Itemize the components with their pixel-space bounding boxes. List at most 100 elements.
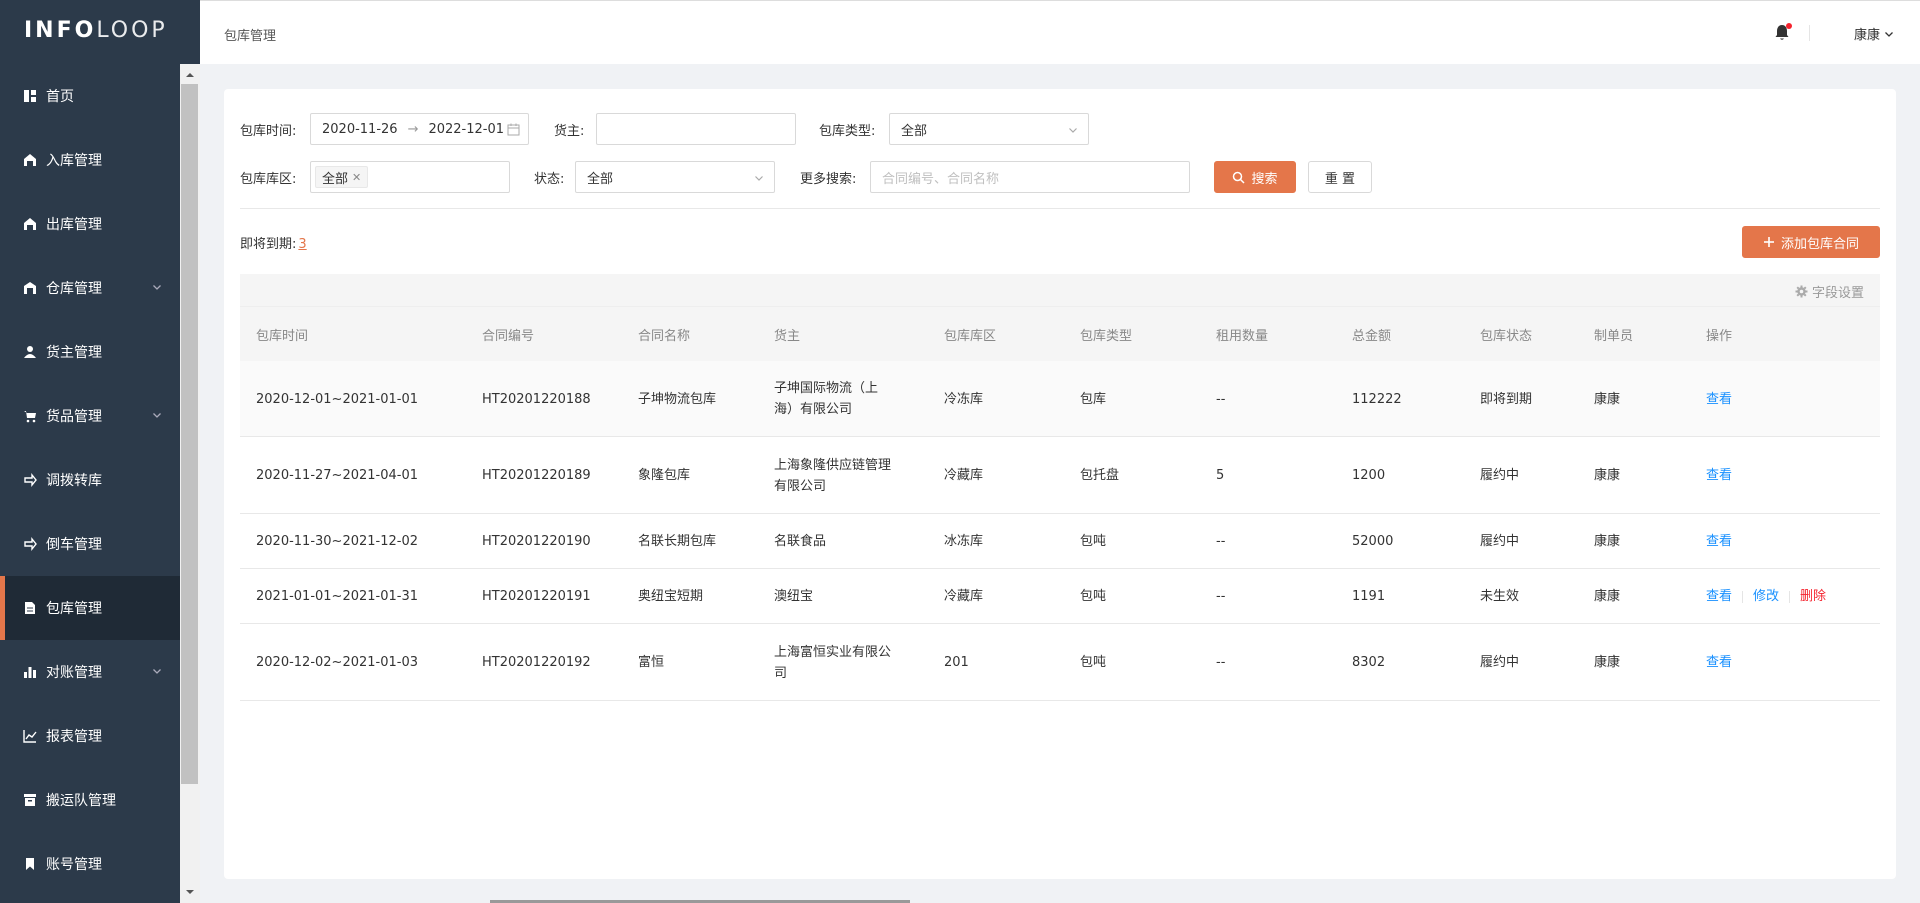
user-name: 康康 xyxy=(1854,28,1881,43)
range-arrow-icon: → xyxy=(407,121,419,137)
archive-icon xyxy=(22,792,38,808)
column-header: 包库状态 xyxy=(1480,329,1533,344)
sidebar-item-4[interactable]: 货主管理 xyxy=(0,320,180,384)
cell-time: 2021-01-01~2021-01-31 xyxy=(256,589,418,604)
sidebar-item-1[interactable]: 入库管理 xyxy=(0,128,180,192)
zone-tag: 全部 ✕ xyxy=(315,166,369,188)
chevron-down-icon xyxy=(755,176,763,181)
cell-code: HT20201220188 xyxy=(482,391,591,407)
sidebar-item-label: 搬运队管理 xyxy=(46,793,116,809)
owner-line: 海）有限公司 xyxy=(774,402,853,417)
cell-actions: 查看 xyxy=(1706,465,1732,486)
cell-status: 未生效 xyxy=(1480,589,1520,604)
column-header: 包库时间 xyxy=(256,329,309,344)
edit-link[interactable]: 修改 xyxy=(1753,589,1779,604)
view-link[interactable]: 查看 xyxy=(1706,392,1732,407)
tag-close-icon[interactable]: ✕ xyxy=(352,171,361,184)
sidebar-item-8[interactable]: 包库管理 xyxy=(0,576,180,640)
sidebar-item-label: 入库管理 xyxy=(46,153,102,169)
scroll-down-icon[interactable] xyxy=(185,887,195,897)
view-link[interactable]: 查看 xyxy=(1706,589,1732,604)
sidebar-item-7[interactable]: 倒车管理 xyxy=(0,512,180,576)
type-label: 包库类型: xyxy=(819,124,876,139)
top-header: 包库管理 康康 xyxy=(200,0,1920,64)
cell-status: 履约中 xyxy=(1480,655,1520,670)
cell-amount: 8302 xyxy=(1352,655,1386,670)
cell-owner: 上海富恒实业有限公司 xyxy=(774,642,899,684)
zone-tag-label: 全部 xyxy=(322,171,349,187)
search-button[interactable]: 搜索 xyxy=(1214,161,1296,193)
sidebar-item-label: 货品管理 xyxy=(46,409,102,425)
date-end[interactable]: 2022-12-01 xyxy=(428,122,504,137)
view-link[interactable]: 查看 xyxy=(1706,534,1732,549)
sidebar-item-10[interactable]: 报表管理 xyxy=(0,704,180,768)
cell-zone: 201 xyxy=(944,655,969,670)
more-search-input[interactable]: 合同编号、合同名称 xyxy=(870,161,1190,193)
notification-dot xyxy=(1786,23,1792,29)
cell-name: 富恒 xyxy=(638,655,665,670)
field-settings-button[interactable]: 字段设置 xyxy=(1795,282,1864,301)
table-row: 2020-11-30~2021-12-02 HT20201220190 名联长期包库… xyxy=(240,514,1880,569)
reset-button-label: 重 置 xyxy=(1324,171,1356,187)
transfer-icon xyxy=(22,472,38,488)
more-search-placeholder: 合同编号、合同名称 xyxy=(882,171,1000,187)
warehouse-out-icon xyxy=(22,216,38,232)
sidebar-item-0[interactable]: 首页 xyxy=(0,64,180,128)
cell-status: 即将到期 xyxy=(1480,391,1533,407)
owner-line: 名联食品 xyxy=(774,534,827,549)
plus-icon xyxy=(1763,237,1774,247)
logo-bold-text: INFO xyxy=(24,17,97,43)
type-select[interactable]: 全部 xyxy=(889,113,1089,145)
expiring-label: 即将到期: xyxy=(240,237,297,252)
breadcrumb: 包库管理 xyxy=(224,29,277,44)
view-link[interactable]: 查看 xyxy=(1706,468,1732,483)
delete-link[interactable]: 删除 xyxy=(1800,589,1826,604)
sidebar-scrollbar-thumb[interactable] xyxy=(181,84,198,784)
reset-button[interactable]: 重 置 xyxy=(1308,161,1372,193)
column-header: 合同名称 xyxy=(638,329,691,344)
owner-line: 上海富恒实业有限公 xyxy=(774,644,892,660)
owner-line: 澳纽宝 xyxy=(774,589,814,604)
sidebar-item-11[interactable]: 搬运队管理 xyxy=(0,768,180,832)
sidebar-item-9[interactable]: 对账管理 xyxy=(0,640,180,704)
expiring-count-link[interactable]: 3 xyxy=(298,237,306,252)
sidebar-item-12[interactable]: 账号管理 xyxy=(0,832,180,896)
bar-chart-icon xyxy=(22,664,38,680)
cell-type: 包吨 xyxy=(1080,589,1107,604)
add-contract-button[interactable]: 添加包库合同 xyxy=(1742,226,1880,258)
sidebar-item-2[interactable]: 出库管理 xyxy=(0,192,180,256)
owner-label: 货主: xyxy=(554,124,585,139)
sidebar-item-5[interactable]: 货品管理 xyxy=(0,384,180,448)
cell-creator: 康康 xyxy=(1594,468,1621,483)
sidebar-item-label: 包库管理 xyxy=(46,601,102,617)
chevron-down-icon xyxy=(153,669,161,674)
zone-multiselect[interactable]: 全部 ✕ xyxy=(310,161,510,193)
owner-input[interactable] xyxy=(596,113,796,145)
date-start[interactable]: 2020-11-26 xyxy=(322,122,398,137)
owner-line: 上海象隆供应链管理 xyxy=(774,457,892,473)
sidebar-item-6[interactable]: 调拨转库 xyxy=(0,448,180,512)
status-select[interactable]: 全部 xyxy=(575,161,775,193)
scroll-up-icon[interactable] xyxy=(185,70,195,80)
cell-creator: 康康 xyxy=(1594,655,1621,670)
column-header: 合同编号 xyxy=(482,329,535,344)
cell-qty: -- xyxy=(1216,391,1226,407)
sidebar-item-3[interactable]: 仓库管理 xyxy=(0,256,180,320)
column-header: 包库库区 xyxy=(944,329,997,344)
column-header: 租用数量 xyxy=(1216,329,1269,344)
chevron-down-icon xyxy=(1885,31,1893,37)
sidebar-item-label: 货主管理 xyxy=(46,345,102,361)
owner-line: 司 xyxy=(774,665,788,681)
table-row: 2021-01-01~2021-01-31 HT20201220191 奥纽宝短期 澳… xyxy=(240,569,1880,624)
cell-owner: 上海象隆供应链管理 有限公司 xyxy=(774,455,899,497)
cell-amount: 1191 xyxy=(1352,589,1386,604)
user-menu[interactable]: 康康 xyxy=(1854,24,1894,43)
add-contract-label: 添加包库合同 xyxy=(1780,236,1859,252)
sidebar-item-label: 倒车管理 xyxy=(46,537,102,553)
date-range-picker[interactable]: 2020-11-26 → 2022-12-01 xyxy=(310,113,529,145)
view-link[interactable]: 查看 xyxy=(1706,655,1732,670)
cell-owner: 名联食品 xyxy=(774,531,899,552)
user-icon xyxy=(22,344,38,360)
date-range-label: 包库时间: xyxy=(240,124,297,139)
sidebar-item-label: 仓库管理 xyxy=(46,281,102,297)
